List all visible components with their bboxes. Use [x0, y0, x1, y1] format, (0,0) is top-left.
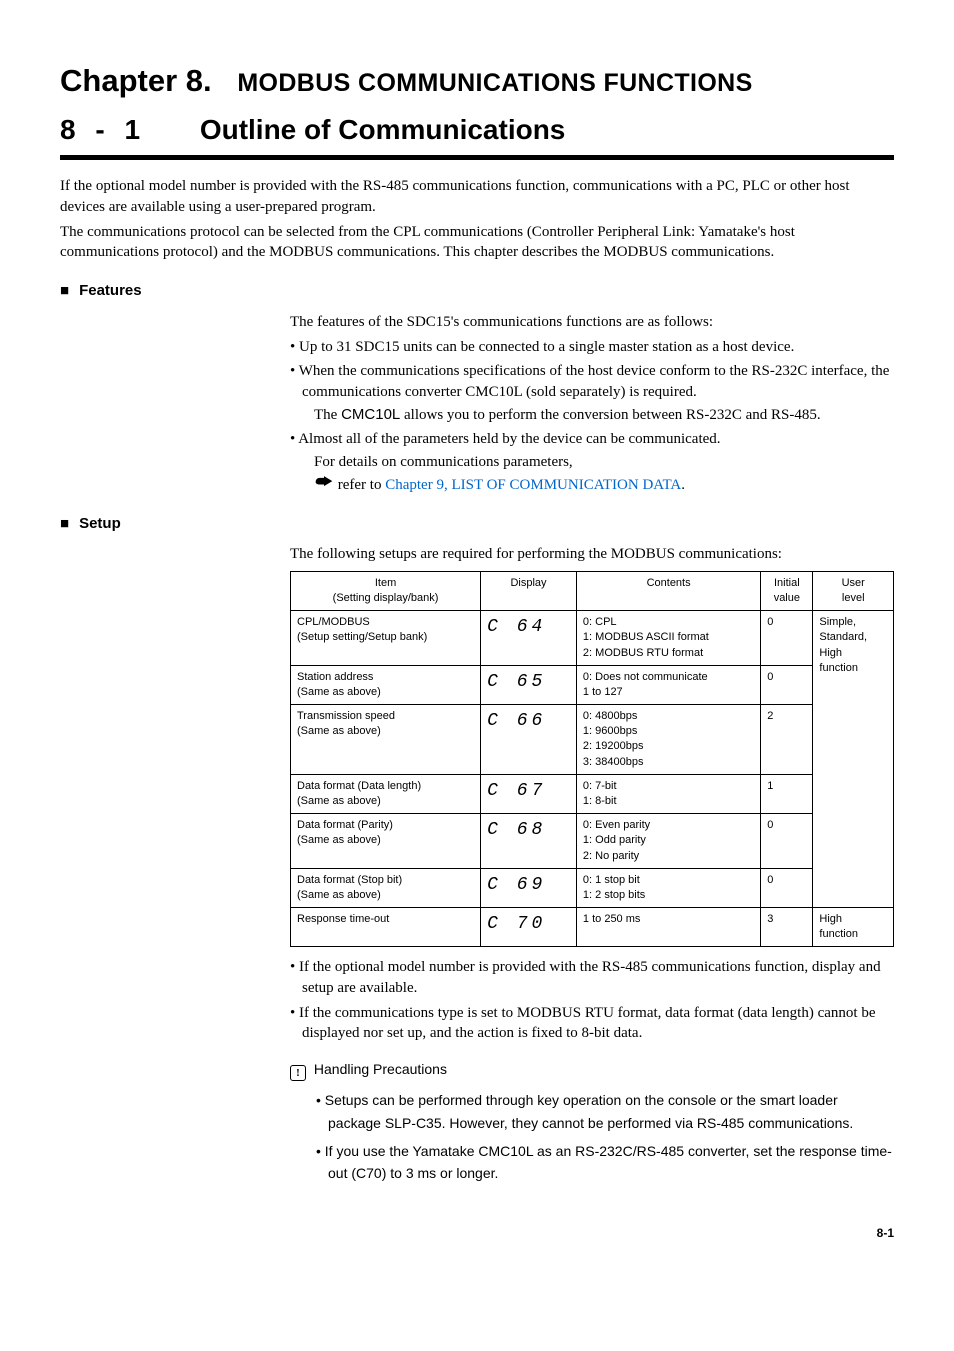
- display-code: C 67: [481, 774, 577, 813]
- features-item-3-text: Almost all of the parameters held by the…: [298, 431, 720, 447]
- table-header-row: Item (Setting display/bank) Display Cont…: [291, 571, 894, 610]
- table-row: Data format (Stop bit)(Same as above) C …: [291, 868, 894, 907]
- setup-block: The following setups are required for pe…: [290, 544, 894, 1184]
- precautions-list: Setups can be performed through key oper…: [290, 1089, 894, 1185]
- setup-heading: Setup: [60, 514, 894, 535]
- features-item-3-ref: refer to Chapter 9, LIST OF COMMUNICATIO…: [302, 475, 894, 496]
- setup-notes: If the optional model number is provided…: [290, 957, 894, 1044]
- features-item-2-cont: The CMC10L allows you to perform the con…: [302, 405, 894, 426]
- pointer-hand-icon: [314, 475, 334, 496]
- features-item-1: Up to 31 SDC15 units can be connected to…: [290, 337, 894, 358]
- col-contents: Contents: [576, 571, 760, 610]
- display-code: C 69: [481, 868, 577, 907]
- intro-text: If the optional model number is provided…: [60, 176, 894, 263]
- features-item-3-line2: For details on communications parameters…: [302, 452, 894, 473]
- user-level-merged: Simple, Standard, High function: [813, 611, 894, 908]
- section-number: 8 - 1: [60, 111, 146, 150]
- precaution-item-2: If you use the Yamatake CMC10L as an RS-…: [316, 1140, 894, 1185]
- display-code: C 68: [481, 814, 577, 869]
- chapter-label: Chapter 8.: [60, 63, 212, 98]
- precaution-item-1: Setups can be performed through key oper…: [316, 1089, 894, 1134]
- features-list: Up to 31 SDC15 units can be connected to…: [290, 337, 894, 496]
- chapter9-reference-link[interactable]: Chapter 9, LIST OF COMMUNICATION DATA: [385, 477, 681, 493]
- features-heading: Features: [60, 281, 894, 302]
- col-item: Item (Setting display/bank): [291, 571, 481, 610]
- col-initial: Initial value: [761, 571, 813, 610]
- table-row: CPL/MODBUS(Setup setting/Setup bank) C 6…: [291, 611, 894, 666]
- features-item-2: When the communications specifications o…: [290, 361, 894, 425]
- col-user: User level: [813, 571, 894, 610]
- chapter-name: MODBUS COMMUNICATIONS FUNCTIONS: [237, 69, 752, 97]
- title-underline: [60, 155, 894, 160]
- handling-precautions-heading: ! Handling Precautions: [290, 1060, 894, 1081]
- section-name: Outline of Communications: [200, 114, 566, 145]
- table-row: Station address(Same as above) C 65 0: D…: [291, 665, 894, 704]
- features-item-3: Almost all of the parameters held by the…: [290, 429, 894, 495]
- display-code: C 66: [481, 705, 577, 775]
- table-row: Response time-out C 70 1 to 250 ms 3 Hig…: [291, 908, 894, 947]
- setup-table: Item (Setting display/bank) Display Cont…: [290, 571, 894, 947]
- display-code: C 64: [481, 611, 577, 666]
- features-lead: The features of the SDC15's communicatio…: [290, 312, 894, 333]
- intro-paragraph-1: If the optional model number is provided…: [60, 176, 894, 217]
- table-row: Data format (Parity)(Same as above) C 68…: [291, 814, 894, 869]
- features-item-2-text: When the communications specifications o…: [299, 363, 890, 400]
- setup-note-1: If the optional model number is provided…: [290, 957, 894, 998]
- table-row: Data format (Data length)(Same as above)…: [291, 774, 894, 813]
- setup-lead: The following setups are required for pe…: [290, 544, 894, 565]
- cmc10l-label: CMC10L: [341, 406, 400, 423]
- features-block: The features of the SDC15's communicatio…: [290, 312, 894, 496]
- chapter-title: Chapter 8. MODBUS COMMUNICATIONS FUNCTIO…: [60, 60, 894, 103]
- page-number: 8-1: [60, 1225, 894, 1242]
- caution-icon: !: [290, 1065, 306, 1081]
- section-title: 8 - 1 Outline of Communications: [60, 111, 894, 150]
- col-display: Display: [481, 571, 577, 610]
- setup-note-2: If the communications type is set to MOD…: [290, 1003, 894, 1044]
- display-code: C 70: [481, 908, 577, 947]
- table-row: Transmission speed(Same as above) C 66 0…: [291, 705, 894, 775]
- display-code: C 65: [481, 665, 577, 704]
- intro-paragraph-2: The communications protocol can be selec…: [60, 222, 894, 263]
